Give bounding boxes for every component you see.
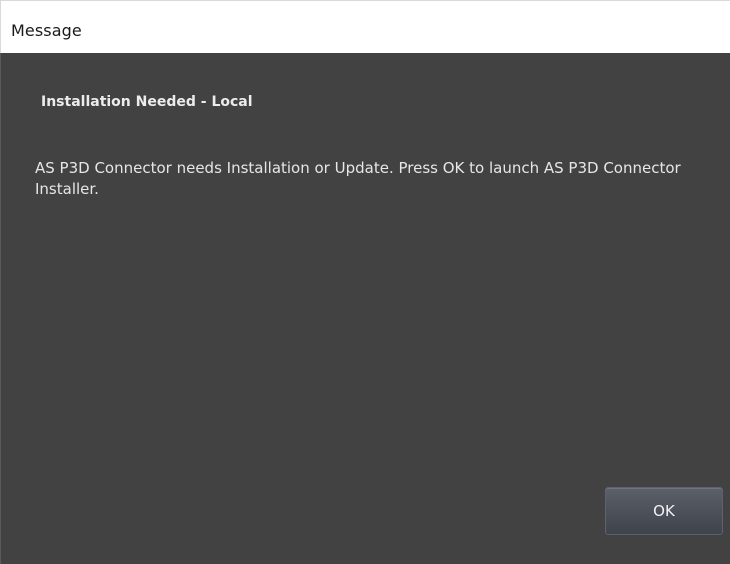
ok-button[interactable]: OK — [605, 487, 723, 535]
dialog-content: Installation Needed - Local AS P3D Conne… — [0, 53, 730, 564]
window-title: Message — [11, 21, 82, 40]
title-bar[interactable]: Message — [0, 0, 730, 53]
message-heading: Installation Needed - Local — [41, 94, 253, 110]
ok-button-label: OK — [653, 502, 675, 520]
message-body: AS P3D Connector needs Installation or U… — [35, 159, 681, 198]
message-dialog: Message Installation Needed - Local AS P… — [0, 0, 730, 564]
